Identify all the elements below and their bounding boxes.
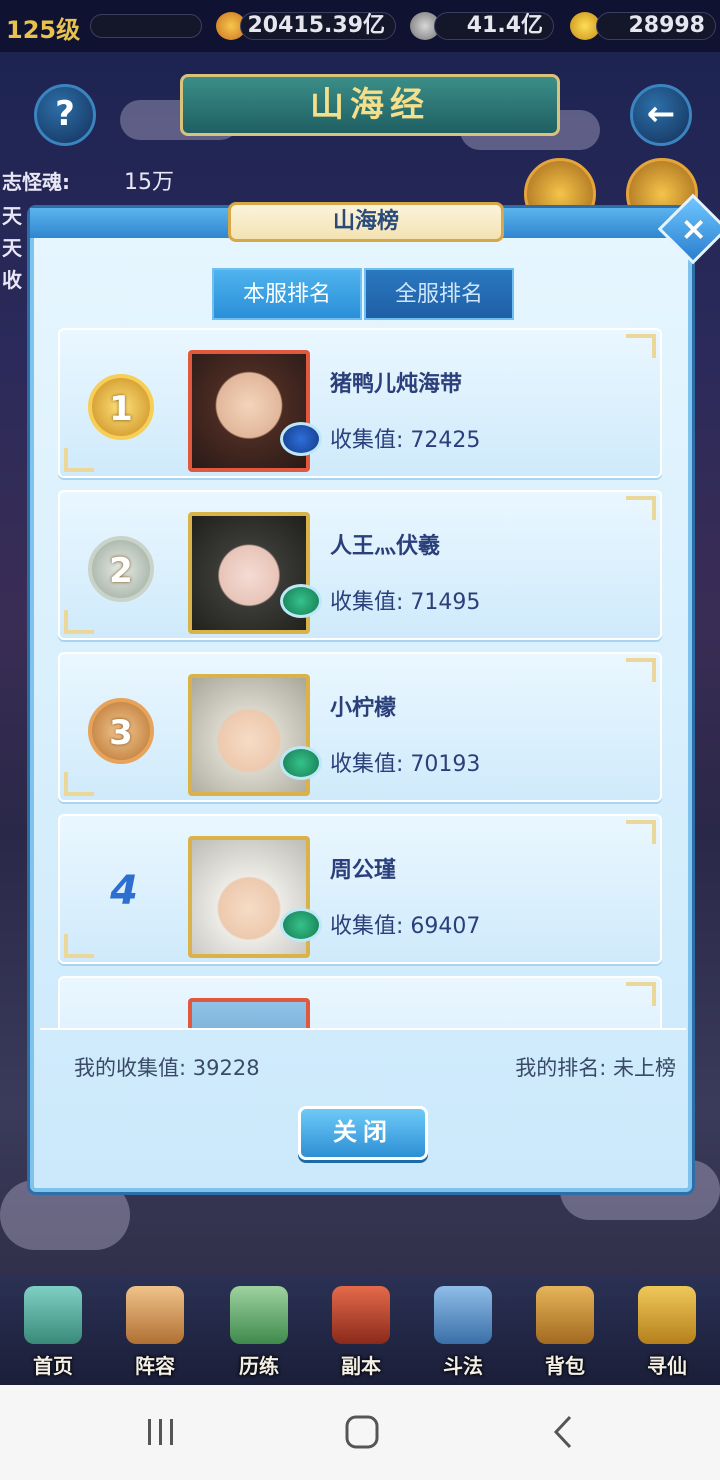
nav-training[interactable]: 历练: [208, 1276, 310, 1386]
recent-apps-button[interactable]: [130, 1409, 190, 1455]
gem-badge-icon: [280, 908, 322, 942]
close-button[interactable]: 关闭: [298, 1106, 428, 1160]
scene-title-banner: 山海经: [180, 74, 560, 136]
back-button[interactable]: ←: [630, 84, 692, 146]
rank-3-medal-icon: 3: [88, 698, 154, 764]
side-text-soul: 志怪魂:: [2, 170, 70, 194]
gem-badge-icon: [280, 422, 322, 456]
player-name: 猪鸭儿炖海带: [330, 372, 463, 397]
close-icon: ×: [680, 209, 708, 248]
exp-bar: [90, 14, 202, 38]
cards-icon: [126, 1286, 184, 1344]
nav-label: 副本: [341, 1354, 381, 1378]
back-arrow-icon: ←: [646, 94, 676, 134]
footer-divider: [40, 1028, 686, 1030]
bag-icon: [536, 1286, 594, 1344]
back-chevron-icon: [553, 1415, 572, 1449]
player-level: 125级: [6, 16, 81, 44]
tab-server-ranking[interactable]: 本服排名: [212, 268, 362, 320]
ranking-tabs: 本服排名 全服排名: [212, 268, 514, 320]
nav-seek-immortal[interactable]: 寻仙: [616, 1276, 718, 1386]
row-corner-decoration: [626, 334, 656, 358]
help-icon: ?: [55, 94, 75, 134]
gem-badge-icon: [280, 584, 322, 618]
nav-label: 斗法: [443, 1354, 483, 1378]
system-nav-bar: [0, 1385, 720, 1480]
nav-lineup[interactable]: 阵容: [104, 1276, 206, 1386]
side-text-soul-value: 15万: [124, 170, 174, 195]
rank-1-medal-icon: 1: [88, 374, 154, 440]
side-text-1: 天: [2, 204, 22, 228]
top-status-bar: 125级 20415.39亿 41.4亿 28998: [0, 0, 720, 52]
back-button-system[interactable]: [534, 1409, 594, 1455]
nav-duel[interactable]: 斗法: [412, 1276, 514, 1386]
nav-label: 历练: [239, 1354, 279, 1378]
ranking-list[interactable]: 1 猪鸭儿炖海带 收集值: 72425 2 人王灬伏羲 收集值: 71495 3: [52, 328, 674, 1028]
my-collection-value: 我的收集值: 39228: [74, 1056, 260, 1080]
nav-label: 背包: [545, 1354, 585, 1378]
nav-home[interactable]: 首页: [2, 1276, 104, 1386]
ranking-row[interactable]: 1 猪鸭儿炖海带 收集值: 72425: [58, 328, 662, 478]
gate-icon: [332, 1286, 390, 1344]
tab-all-server-ranking[interactable]: 全服排名: [364, 268, 514, 320]
gourd-icon: [230, 1286, 288, 1344]
modal-title: 山海榜: [228, 202, 504, 242]
row-corner-decoration: [626, 982, 656, 1006]
side-text-2: 天: [2, 236, 22, 260]
player-avatar[interactable]: [188, 998, 310, 1028]
gem-badge-icon: [280, 746, 322, 780]
recent-apps-icon: [148, 1419, 173, 1445]
gold-ingot-value: 28998: [596, 12, 716, 40]
scene-title: 山海经: [310, 85, 430, 125]
home-icon: [24, 1286, 82, 1344]
copper-coin-value: 41.4亿: [434, 12, 554, 40]
ranking-modal: 山海榜 × 本服排名 全服排名 1 猪鸭儿炖海带 收集值: 72425 2 人王…: [30, 193, 720, 1192]
scroll-icon: [638, 1286, 696, 1344]
collection-value: 收集值: 71495: [330, 590, 481, 615]
rank-2-medal-icon: 2: [88, 536, 154, 602]
player-name: 周公瑾: [330, 858, 397, 883]
row-corner-decoration: [64, 448, 94, 472]
collection-value: 收集值: 70193: [330, 752, 481, 777]
combat-power-value: 20415.39亿: [240, 12, 396, 40]
help-button[interactable]: ?: [34, 84, 96, 146]
nav-dungeon[interactable]: 副本: [310, 1276, 412, 1386]
ranking-row[interactable]: 2 人王灬伏羲 收集值: 71495: [58, 490, 662, 640]
rank-number: 4: [110, 868, 138, 914]
collection-value: 收集值: 72425: [330, 428, 481, 453]
game-bottom-nav: 首页 阵容 历练 副本 斗法 背包 寻仙: [0, 1276, 720, 1386]
nav-bag[interactable]: 背包: [514, 1276, 616, 1386]
my-rank: 我的排名: 未上榜: [515, 1056, 676, 1080]
nav-label: 寻仙: [647, 1354, 687, 1378]
side-text-3: 收: [2, 268, 22, 292]
row-corner-decoration: [626, 820, 656, 844]
nav-label: 首页: [33, 1354, 73, 1378]
collection-value: 收集值: 69407: [330, 914, 481, 939]
row-corner-decoration: [64, 934, 94, 958]
row-corner-decoration: [626, 658, 656, 682]
ranking-row[interactable]: 4 周公瑾 收集值: 69407: [58, 814, 662, 964]
ranking-row[interactable]: [58, 976, 662, 1028]
nav-label: 阵容: [135, 1354, 175, 1378]
row-corner-decoration: [626, 496, 656, 520]
home-button[interactable]: [332, 1409, 392, 1455]
ranking-row[interactable]: 3 小柠檬 收集值: 70193: [58, 652, 662, 802]
row-corner-decoration: [64, 772, 94, 796]
player-name: 小柠檬: [330, 696, 397, 721]
row-corner-decoration: [64, 610, 94, 634]
home-circle-icon: [345, 1415, 379, 1449]
player-name: 人王灬伏羲: [330, 534, 441, 559]
swords-icon: [434, 1286, 492, 1344]
